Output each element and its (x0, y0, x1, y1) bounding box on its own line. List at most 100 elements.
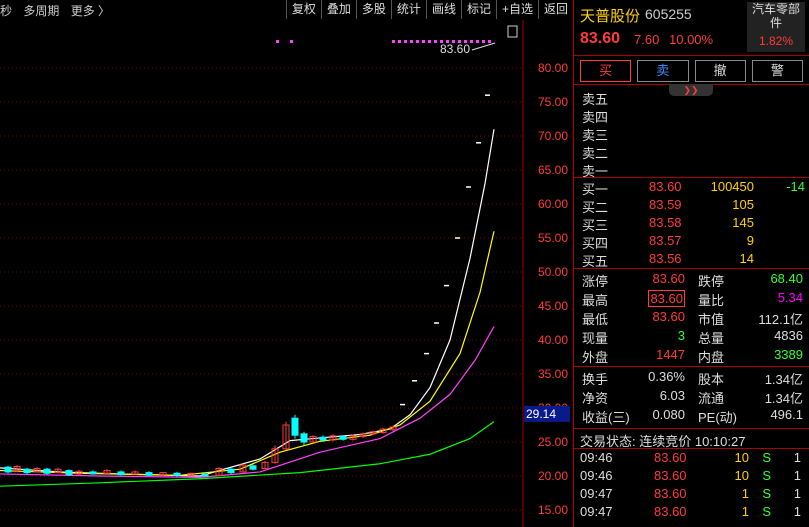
limit-up-value: 83.60 (652, 271, 685, 286)
event-marker[interactable] (476, 40, 479, 43)
back-button[interactable]: 返回 (537, 0, 573, 19)
price-axis-label: 45.00 (538, 299, 568, 313)
bid-change: -14 (786, 179, 805, 194)
share-capital-value: 1.34亿 (764, 372, 803, 387)
industry-badge[interactable]: 汽车零部件 1.82% (747, 2, 805, 52)
sell-button[interactable]: 卖 (637, 60, 689, 82)
bid-price: 83.56 (649, 251, 682, 266)
net-assets-value: 6.03 (659, 388, 685, 403)
chart-toolbar: 秒 多周期 更多 〉 复权 叠加 多股 统计 画线 标记 +自选 返回 (0, 0, 573, 20)
quote-panel: 天普股份 605255 83.60 7.60 10.00% 汽车零部件 1.82… (574, 0, 809, 527)
event-marker[interactable] (416, 40, 419, 43)
stock-name: 天普股份 (580, 8, 641, 25)
tick-price: 83.60 (654, 450, 687, 465)
current-price-tag-label: 29.14 (526, 407, 556, 421)
bid-price: 83.57 (649, 233, 682, 248)
event-marker[interactable] (488, 40, 491, 43)
add-watchlist-button[interactable]: +自选 (495, 0, 538, 19)
restore-rights-button[interactable]: 复权 (285, 0, 321, 19)
bid-volume: 9 (746, 233, 754, 248)
cancel-order-button[interactable]: 撤 (694, 60, 746, 82)
candle (65, 470, 73, 476)
quote-header: 天普股份 605255 83.60 7.60 10.00% 汽车零部件 1.82… (574, 0, 809, 56)
period-selector: 秒 多周期 更多 〉 (0, 2, 118, 19)
stat-row: 换手 0.36% 股本 1.34亿 (574, 368, 809, 387)
panel-toggle-icon[interactable] (507, 25, 518, 38)
stat-label: 股本 (698, 372, 725, 387)
bid-row[interactable]: 买一 83.60 100450 -14 (574, 178, 809, 197)
stats-block-1: 涨停 83.60 跌停 68.40 最高 83.60 量比 5.34 最低 83.60 市值 11… (574, 270, 809, 365)
pe-value: 496.1 (770, 407, 803, 422)
overlay-button[interactable]: 叠加 (320, 0, 356, 19)
outer-volume-value: 1447 (656, 347, 685, 362)
tick-list[interactable]: 09:46 83.60 10 S 1 09:46 83.60 10 S 1 09:47 83.60… (574, 449, 809, 521)
bid-volume: 105 (732, 197, 754, 212)
buy-button[interactable]: 买 (580, 60, 632, 82)
bid-volume: 100450 (710, 179, 754, 194)
tick-volume: 10 (734, 468, 749, 483)
tick-count: 1 (793, 504, 801, 519)
total-volume-value: 4836 (774, 328, 803, 343)
event-marker[interactable] (470, 40, 473, 43)
event-marker[interactable] (276, 40, 279, 43)
stock-code: 605255 (645, 6, 692, 22)
candle (145, 472, 153, 476)
divider (574, 428, 809, 429)
tick-time: 09:47 (580, 486, 613, 501)
tick-volume: 1 (741, 486, 749, 501)
event-marker[interactable] (434, 40, 437, 43)
event-marker[interactable] (482, 40, 485, 43)
price-axis-label: 75.00 (538, 95, 568, 109)
industry-name: 汽车零部件 (751, 2, 800, 30)
chart-panel[interactable]: 秒 多周期 更多 〉 复权 叠加 多股 统计 画线 标记 +自选 返回 80.0… (0, 0, 573, 527)
stat-label: PE(动) (698, 410, 738, 425)
bid-row[interactable]: 买三 83.58 145 (574, 214, 809, 233)
event-marker[interactable] (398, 40, 401, 43)
candle (173, 472, 181, 476)
multi-stock-button[interactable]: 多股 (355, 0, 391, 19)
bid-price: 83.58 (649, 215, 682, 230)
price-alert-button[interactable]: 警 (751, 60, 803, 82)
bid-row[interactable]: 买四 83.57 9 (574, 232, 809, 251)
industry-pct: 1.82% (758, 34, 794, 48)
stat-label: 收益(三) (582, 410, 630, 425)
stat-row: 净资 6.03 流通 1.34亿 (574, 387, 809, 406)
mark-button[interactable]: 标记 (460, 0, 496, 19)
divider (574, 268, 809, 269)
bid-row[interactable]: 买五 83.56 14 (574, 250, 809, 269)
statistics-button[interactable]: 统计 (390, 0, 426, 19)
trade-buttons: 买 卖 撤 警 (574, 56, 809, 85)
candlestick-chart[interactable]: 80.00 75.00 70.00 65.00 60.00 55.00 50.00 45.00… (0, 20, 573, 527)
tick-side: S (762, 450, 771, 465)
event-marker[interactable] (422, 40, 425, 43)
candle (201, 473, 209, 477)
period-more[interactable]: 更多 〉 (71, 4, 110, 18)
inner-volume-value: 3389 (774, 347, 803, 362)
event-marker[interactable] (410, 40, 413, 43)
high-annotation: 83.60 (440, 42, 470, 56)
event-marker[interactable] (404, 40, 407, 43)
high-value: 83.60 (648, 290, 685, 307)
price-axis-label: 35.00 (538, 367, 568, 381)
period-multi[interactable]: 多周期 (23, 4, 59, 18)
event-marker[interactable] (392, 40, 395, 43)
bid-book: 买一 83.60 100450 -14 买二 83.59 105 买三 83.58 145 买… (574, 178, 809, 269)
ask-book: 卖五 卖四 卖三 卖二 卖一 (574, 88, 809, 179)
price-axis-label: 20.00 (538, 469, 568, 483)
price-axis-label: 80.00 (538, 61, 568, 75)
stat-label: 最低 (582, 312, 609, 327)
tick-row: 09:46 83.60 10 S 1 (574, 467, 809, 485)
stat-label: 外盘 (582, 350, 609, 365)
stat-label: 现量 (582, 331, 609, 346)
period-second[interactable]: 秒 (0, 4, 12, 18)
candle (249, 465, 257, 470)
tick-count: 1 (793, 486, 801, 501)
ask-row: 卖二 (574, 142, 809, 161)
ask-row: 卖三 (574, 124, 809, 143)
event-marker[interactable] (428, 40, 431, 43)
event-marker[interactable] (290, 40, 293, 43)
bid-row[interactable]: 买二 83.59 105 (574, 196, 809, 215)
price-axis-label: 70.00 (538, 129, 568, 143)
stat-label: 量比 (698, 293, 725, 308)
draw-line-button[interactable]: 画线 (425, 0, 461, 19)
